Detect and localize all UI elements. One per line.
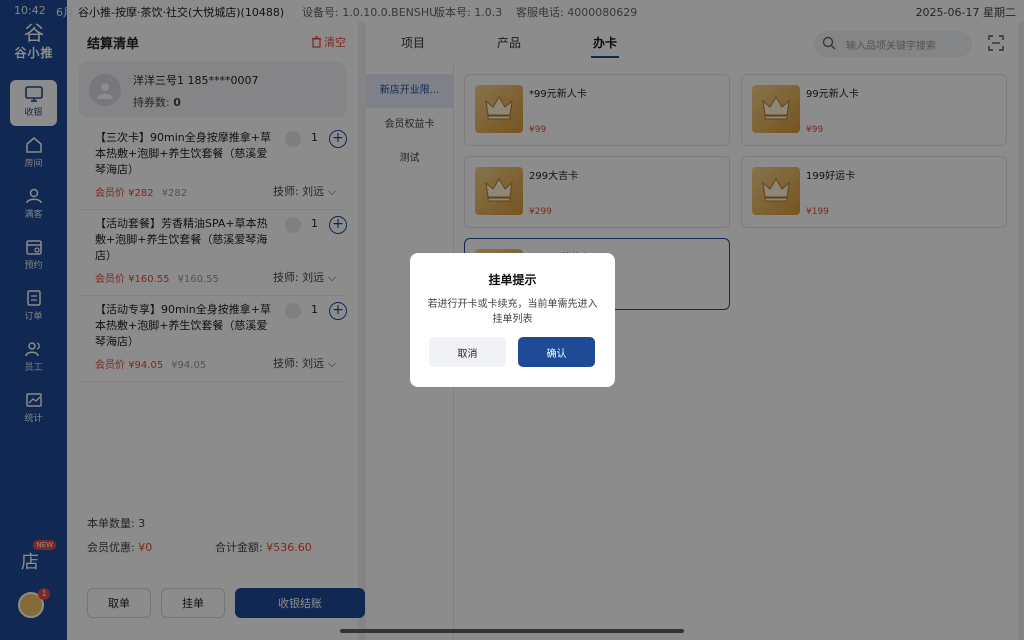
dialog-buttons: 取消 确认: [429, 337, 595, 367]
confirm-button[interactable]: 确认: [518, 337, 595, 367]
cancel-button[interactable]: 取消: [429, 337, 506, 367]
hold-order-dialog: 挂单提示 若进行开卡或卡续充，当前单需先进入挂单列表 取消 确认: [410, 253, 615, 387]
home-indicator: [340, 629, 684, 633]
dialog-message: 若进行开卡或卡续充，当前单需先进入挂单列表: [427, 299, 598, 325]
dialog-title: 挂单提示: [488, 273, 537, 287]
